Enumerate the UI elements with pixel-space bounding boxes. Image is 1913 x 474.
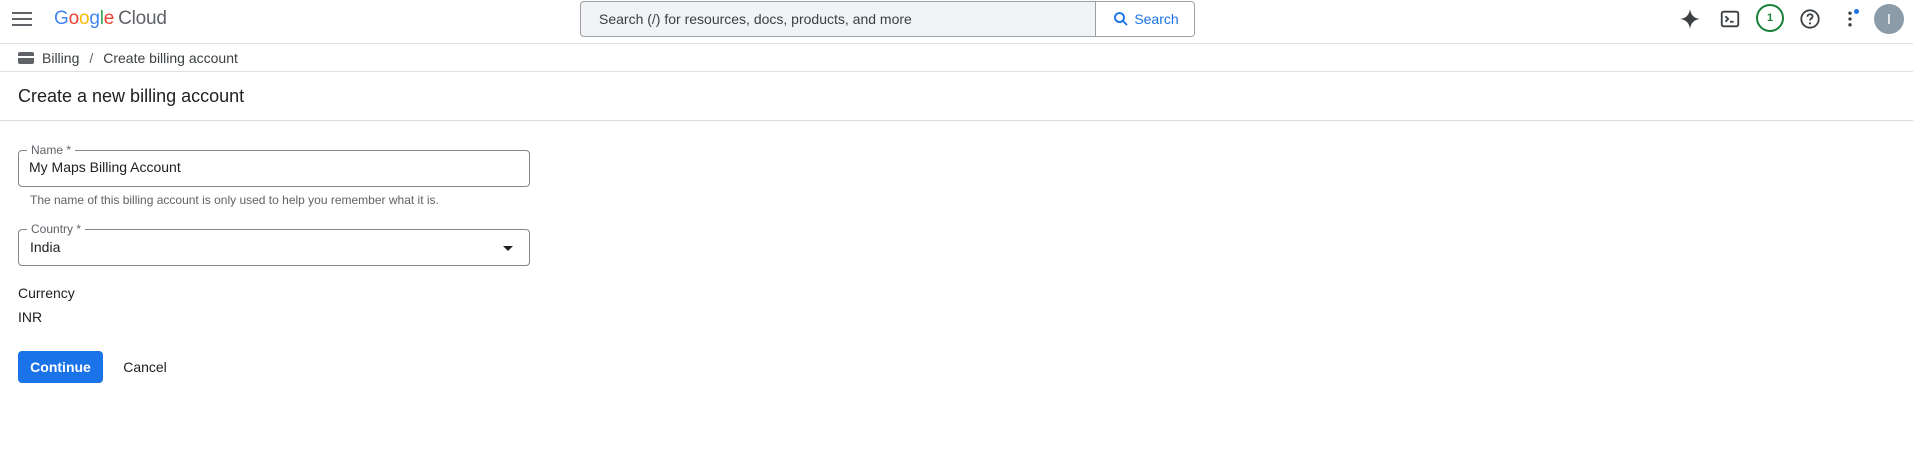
- page-title: Create a new billing account: [18, 86, 245, 106]
- gemini-spark-icon[interactable]: [1676, 5, 1704, 33]
- logo-product: Cloud: [118, 8, 167, 29]
- currency-value: INR: [18, 309, 43, 325]
- cloud-shell-icon[interactable]: [1716, 5, 1744, 33]
- search-bar: Search: [580, 1, 1195, 37]
- search-button[interactable]: Search: [1095, 2, 1194, 36]
- name-field[interactable]: Name *: [18, 143, 530, 187]
- menu-icon[interactable]: [10, 7, 34, 31]
- cancel-button[interactable]: Cancel: [112, 351, 178, 383]
- name-field-hint: The name of this billing account is only…: [30, 193, 439, 207]
- continue-button[interactable]: Continue: [18, 351, 103, 383]
- currency-label: Currency: [18, 285, 75, 301]
- name-field-label: Name *: [27, 143, 76, 157]
- dropdown-arrow-icon: [503, 246, 513, 251]
- breadcrumb-divider: [0, 71, 1913, 72]
- account-avatar-button[interactable]: I: [1874, 4, 1904, 34]
- billing-card-icon: [18, 52, 34, 64]
- notifications-badge[interactable]: 1: [1756, 4, 1784, 32]
- title-divider: [0, 120, 1913, 121]
- notification-dot: [1854, 9, 1859, 14]
- search-icon: [1114, 12, 1128, 26]
- help-icon[interactable]: [1796, 5, 1824, 33]
- avatar: I: [1874, 4, 1904, 34]
- breadcrumb-separator: /: [89, 50, 94, 66]
- notification-count: 1: [1756, 4, 1784, 32]
- name-input[interactable]: [29, 159, 509, 175]
- google-cloud-logo[interactable]: Google Cloud: [54, 8, 167, 30]
- more-vert-icon[interactable]: [1836, 5, 1864, 33]
- country-field-label: Country *: [27, 222, 86, 236]
- search-input[interactable]: [581, 2, 1095, 36]
- breadcrumb-current: Create billing account: [103, 50, 238, 66]
- breadcrumb: Billing / Create billing account: [18, 48, 238, 68]
- country-selected-value: India: [30, 239, 61, 255]
- logo-brand: Google: [54, 8, 115, 29]
- search-button-label: Search: [1134, 11, 1179, 27]
- top-app-bar: GoogleCloud Search 1 I: [0, 0, 1913, 44]
- breadcrumb-billing[interactable]: Billing: [42, 50, 79, 66]
- country-select[interactable]: Country * India: [18, 222, 530, 266]
